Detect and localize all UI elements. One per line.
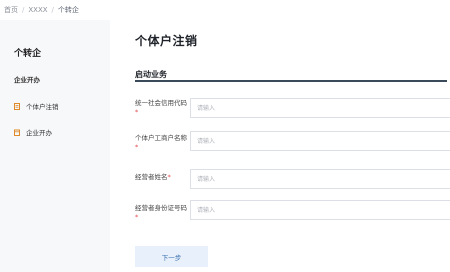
calendar-icon bbox=[14, 129, 20, 136]
operator-id-label: 经营者身份证号码* bbox=[135, 204, 190, 222]
field-label-text: 统一社会信用代码 bbox=[135, 99, 187, 107]
field-label-text: 经营者身份证号码 bbox=[135, 204, 187, 212]
required-mark: * bbox=[135, 213, 139, 221]
required-mark: * bbox=[135, 143, 139, 151]
field-label-text: 经营者姓名 bbox=[135, 173, 168, 181]
section-title: 启动业务 bbox=[135, 70, 167, 79]
operator-id-input[interactable] bbox=[190, 200, 450, 220]
credit-code-label: 统一社会信用代码* bbox=[135, 99, 190, 117]
breadcrumb-separator: / bbox=[22, 6, 25, 14]
section-divider bbox=[135, 80, 447, 82]
required-mark: * bbox=[135, 108, 139, 116]
breadcrumb: 首页 / XXXX / 个转企 bbox=[4, 3, 79, 17]
business-name-input[interactable] bbox=[190, 131, 450, 151]
sidebar-item-label: 企业开办 bbox=[26, 129, 52, 137]
field-label-text: 个体户工商户名称 bbox=[135, 134, 187, 142]
operator-name-label: 经营者姓名* bbox=[135, 173, 190, 182]
breadcrumb-current: 个转企 bbox=[57, 6, 79, 14]
operator-name-input[interactable] bbox=[190, 169, 450, 189]
document-icon bbox=[14, 102, 20, 110]
breadcrumb-separator: / bbox=[51, 6, 54, 14]
breadcrumb-middle[interactable]: XXXX bbox=[28, 6, 47, 14]
page-title: 个体户注销 bbox=[135, 34, 198, 48]
sidebar: 个转企 企业开办 个体户注销 企业开办 bbox=[0, 20, 110, 272]
business-name-label: 个体户工商户名称* bbox=[135, 134, 190, 152]
sidebar-group-label: 企业开办 bbox=[14, 76, 40, 84]
sidebar-title: 个转企 bbox=[14, 49, 42, 59]
main-content: 个体户注销 启动业务 统一社会信用代码* 个体户工商户名称* 经营者姓名* 经营… bbox=[110, 20, 450, 272]
required-mark: * bbox=[167, 173, 171, 181]
sidebar-item-label: 个体户注销 bbox=[26, 103, 59, 111]
sidebar-item-enterprise-setup[interactable]: 企业开办 bbox=[14, 127, 52, 137]
next-step-button[interactable]: 下一步 bbox=[135, 246, 208, 267]
breadcrumb-home[interactable]: 首页 bbox=[4, 5, 18, 15]
credit-code-input[interactable] bbox=[190, 98, 450, 118]
sidebar-item-deregistration[interactable]: 个体户注销 bbox=[14, 101, 59, 111]
